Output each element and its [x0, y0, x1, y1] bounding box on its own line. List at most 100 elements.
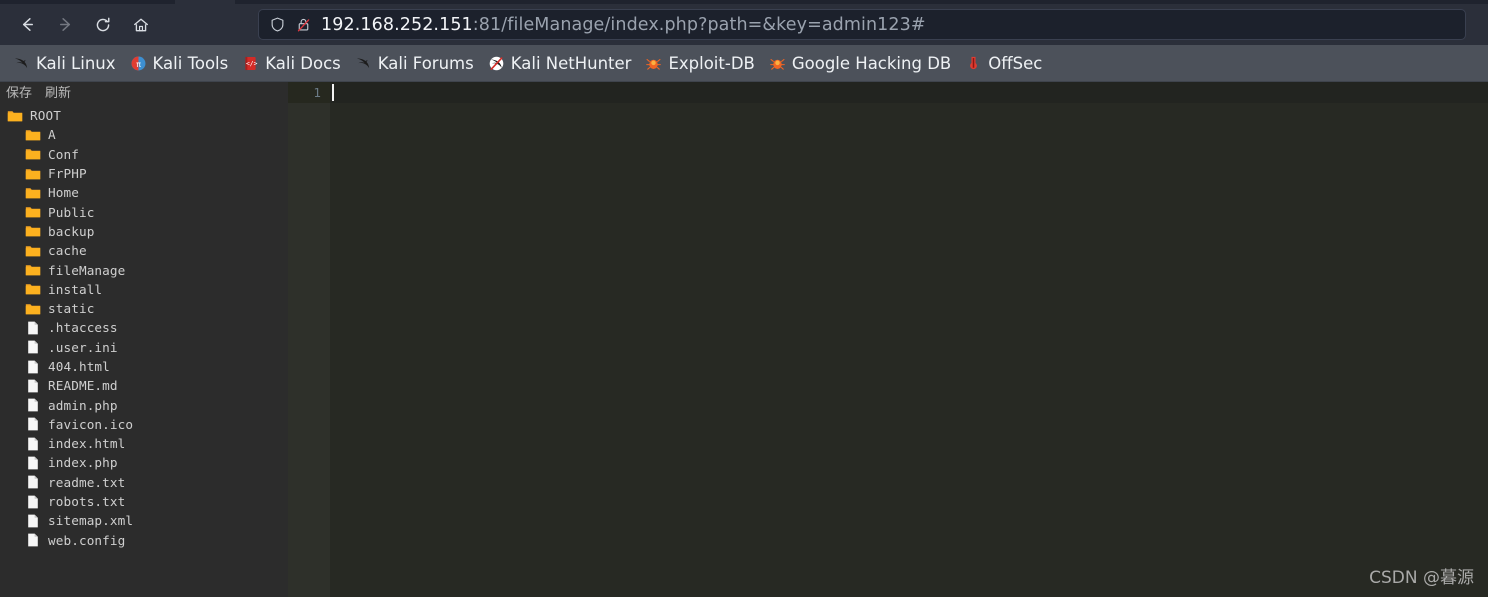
reload-icon	[96, 17, 110, 31]
tree-folder-item[interactable]: Conf	[0, 145, 288, 164]
kali-forums-icon	[355, 55, 372, 72]
bookmark-label: Exploit-DB	[668, 53, 755, 73]
code-editor[interactable]	[330, 82, 1488, 597]
text-cursor	[332, 84, 334, 101]
address-bar[interactable]: 192.168.252.151:81/fileManage/index.php?…	[258, 9, 1466, 40]
tree-folder-item[interactable]: static	[0, 299, 288, 318]
kali-docs-icon: </>	[242, 55, 259, 72]
file-icon	[25, 494, 41, 510]
tree-item-label: readme.txt	[48, 474, 126, 490]
browser-window: 192.168.252.151:81/fileManage/index.php?…	[0, 0, 1488, 597]
tree-item-label: admin.php	[48, 397, 118, 413]
editor-line[interactable]	[330, 82, 1488, 103]
tree-folder-item[interactable]: ROOT	[0, 106, 288, 125]
file-icon	[25, 416, 41, 432]
file-icon	[25, 455, 41, 471]
tree-file-item[interactable]: admin.php	[0, 395, 288, 414]
sidebar-actions: 保存 刷新	[0, 82, 288, 104]
navigation-toolbar: 192.168.252.151:81/fileManage/index.php?…	[0, 4, 1488, 45]
tree-item-label: 404.html	[48, 359, 110, 374]
tree-file-item[interactable]: index.html	[0, 434, 288, 453]
bookmark-kali-nethunter[interactable]: Kali NetHunter	[481, 50, 639, 76]
folder-icon	[25, 146, 41, 162]
tree-item-label: .user.ini	[48, 339, 118, 355]
bookmark-kali-forums[interactable]: Kali Forums	[348, 50, 481, 76]
tree-item-label: backup	[48, 223, 95, 239]
tree-item-label: index.html	[48, 436, 126, 452]
offsec-icon	[965, 55, 982, 72]
tree-file-item[interactable]: favicon.ico	[0, 415, 288, 434]
tree-folder-item[interactable]: cache	[0, 241, 288, 260]
url-host: 192.168.252.151	[321, 14, 473, 35]
forward-button[interactable]	[48, 10, 82, 40]
tree-item-label: Public	[48, 204, 95, 220]
tree-item-label: FrPHP	[48, 166, 87, 182]
folder-icon	[25, 243, 41, 259]
kali-tools-icon: π	[130, 55, 147, 72]
tree-file-item[interactable]: sitemap.xml	[0, 511, 288, 530]
tree-item-label: robots.txt	[48, 494, 126, 510]
file-icon	[25, 474, 41, 490]
tree-folder-item[interactable]: fileManage	[0, 260, 288, 279]
bookmarks-bar: Kali Linux π Kali Tools </> Kali Docs Ka…	[0, 45, 1488, 82]
tree-file-item[interactable]: 404.html	[0, 357, 288, 376]
tree-file-item[interactable]: .htaccess	[0, 318, 288, 337]
line-number: 1	[288, 82, 330, 103]
folder-icon	[7, 108, 23, 124]
bookmark-kali-tools[interactable]: π Kali Tools	[123, 50, 236, 76]
tree-item-label: fileManage	[48, 262, 126, 278]
tree-item-label: install	[48, 281, 103, 297]
bookmark-kali-docs[interactable]: </> Kali Docs	[235, 50, 348, 76]
bookmark-kali-linux[interactable]: Kali Linux	[6, 50, 123, 76]
reload-button[interactable]	[86, 10, 120, 40]
folder-icon	[25, 127, 41, 143]
save-button[interactable]: 保存	[6, 85, 32, 102]
home-button[interactable]	[124, 10, 158, 40]
tree-folder-item[interactable]: FrPHP	[0, 164, 288, 183]
tab-strip	[0, 0, 1488, 4]
editor-gutter: 1	[288, 82, 330, 597]
folder-icon	[25, 262, 41, 278]
home-icon	[134, 18, 148, 31]
svg-text:π: π	[136, 59, 141, 68]
bookmark-exploit-db[interactable]: Exploit-DB	[638, 50, 761, 76]
file-icon	[25, 397, 41, 413]
google-hacking-db-icon	[769, 55, 786, 72]
tree-file-item[interactable]: index.php	[0, 453, 288, 472]
watermark: CSDN @暮源	[1369, 568, 1474, 588]
folder-icon	[25, 223, 41, 239]
tree-file-item[interactable]: README.md	[0, 376, 288, 395]
file-icon	[25, 320, 41, 336]
tree-folder-item[interactable]: Home	[0, 183, 288, 202]
kali-nethunter-icon	[488, 55, 505, 72]
bookmark-label: Google Hacking DB	[791, 53, 952, 73]
bookmark-label: Kali Tools	[152, 53, 229, 73]
tree-folder-item[interactable]: install	[0, 280, 288, 299]
file-icon	[25, 378, 41, 394]
folder-icon	[25, 166, 41, 182]
back-button[interactable]	[10, 10, 44, 40]
tree-file-item[interactable]: robots.txt	[0, 492, 288, 511]
tree-folder-item[interactable]: A	[0, 125, 288, 144]
tree-item-label: Conf	[48, 146, 79, 162]
tree-folder-item[interactable]: backup	[0, 222, 288, 241]
lock-crossed-icon[interactable]	[295, 16, 312, 33]
tree-item-label: .htaccess	[48, 320, 118, 336]
refresh-button[interactable]: 刷新	[45, 85, 71, 102]
file-icon	[25, 436, 41, 452]
tree-item-label: sitemap.xml	[48, 513, 134, 529]
tree-item-label: static	[48, 301, 95, 317]
shield-icon[interactable]	[269, 16, 286, 33]
folder-icon	[25, 185, 41, 201]
bookmark-offsec[interactable]: OffSec	[958, 50, 1049, 76]
url-text: 192.168.252.151:81/fileManage/index.php?…	[321, 15, 926, 35]
tree-file-item[interactable]: readme.txt	[0, 473, 288, 492]
bookmark-google-hacking-db[interactable]: Google Hacking DB	[762, 50, 958, 76]
file-icon	[25, 339, 41, 355]
tree-file-item[interactable]: web.config	[0, 531, 288, 550]
folder-icon	[25, 204, 41, 220]
tree-folder-item[interactable]: Public	[0, 202, 288, 221]
file-tree: ROOT A Conf FrPHP Home Public backup cache fileM…	[0, 106, 288, 550]
tree-file-item[interactable]: .user.ini	[0, 338, 288, 357]
active-tab-edge	[175, 0, 235, 4]
